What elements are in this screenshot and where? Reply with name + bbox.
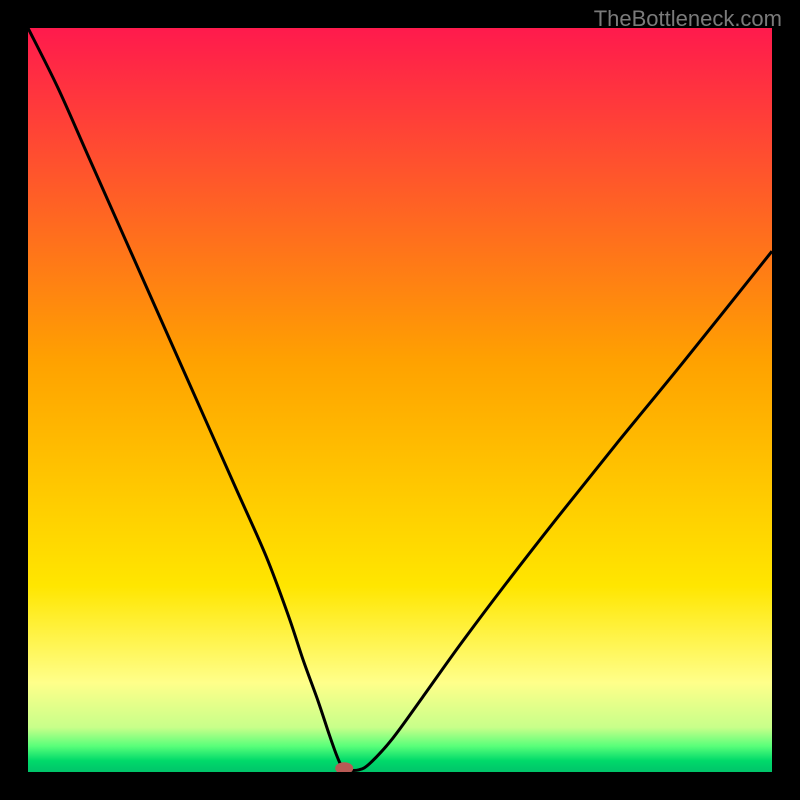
bottleneck-chart xyxy=(28,28,772,772)
watermark-text: TheBottleneck.com xyxy=(594,6,782,32)
chart-background xyxy=(28,28,772,772)
